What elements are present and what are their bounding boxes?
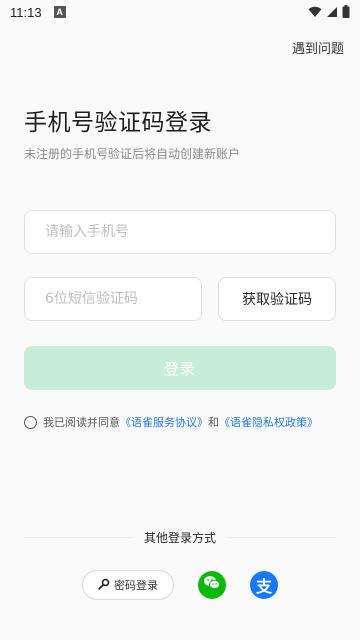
page-subtitle: 未注册的手机号验证后将自动创建新账户: [24, 147, 241, 161]
battery-icon: [342, 3, 350, 22]
agreement-row: 我已阅读并同意 《语雀服务协议》 和 《语雀隐私权政策》: [24, 414, 318, 430]
wifi-icon: [308, 3, 322, 22]
phone-input[interactable]: [24, 210, 336, 254]
signal-icon: [326, 3, 338, 22]
wechat-icon: [203, 575, 221, 595]
get-code-button[interactable]: 获取验证码: [218, 277, 336, 321]
status-time: 11:13: [10, 4, 42, 20]
other-login-divider: 其他登录方式: [24, 528, 337, 546]
password-login-button[interactable]: 密码登录: [82, 570, 174, 600]
service-agreement-link[interactable]: 《语雀服务协议》: [120, 414, 208, 430]
alipay-login-button[interactable]: 支: [250, 571, 278, 599]
other-login-heading: 其他登录方式: [144, 530, 217, 545]
agreement-conjunction: 和: [208, 416, 219, 429]
agreement-prefix: 我已阅读并同意: [43, 416, 120, 429]
status-icons: [308, 3, 350, 22]
sms-code-input[interactable]: [24, 277, 202, 321]
page-title: 手机号验证码登录: [24, 110, 212, 136]
wechat-login-button[interactable]: [198, 571, 226, 599]
alipay-icon: 支: [255, 577, 272, 596]
divider-line-right: [228, 536, 337, 538]
help-link[interactable]: 遇到问题: [292, 38, 344, 57]
key-icon: [98, 578, 110, 593]
status-bar: 11:13 A: [0, 0, 360, 24]
password-login-label: 密码登录: [114, 579, 158, 592]
divider-line-left: [24, 536, 132, 538]
login-button[interactable]: 登录: [24, 346, 336, 390]
privacy-policy-link[interactable]: 《语雀隐私权政策》: [219, 414, 318, 430]
agreement-checkbox[interactable]: [24, 415, 37, 429]
notification-icon: A: [53, 6, 66, 18]
